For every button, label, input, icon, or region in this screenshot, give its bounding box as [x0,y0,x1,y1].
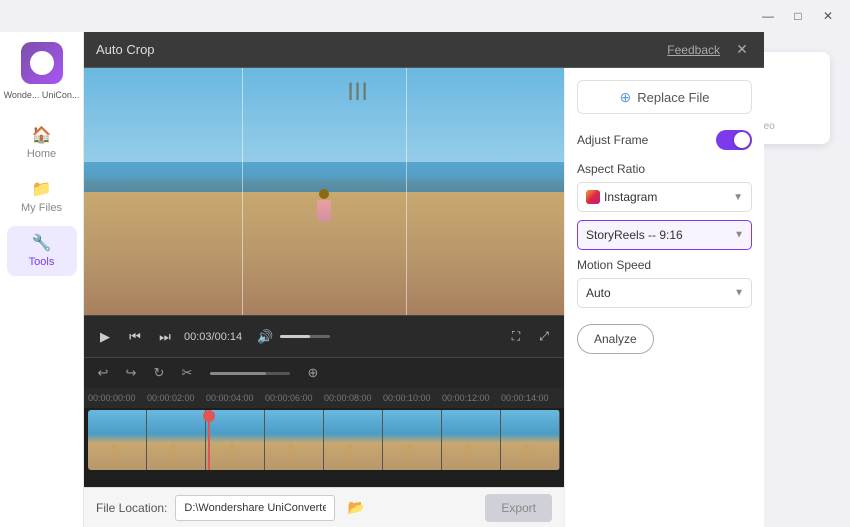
zoom-in-button[interactable]: ⊕ [302,362,324,384]
replace-file-icon: ⊕ [620,89,632,106]
track-thumbnails [88,410,560,470]
ruler-mark-2: 00:00:04:00 [206,393,265,403]
motion-speed-select[interactable]: Auto [577,278,752,308]
track-thumb-5 [383,410,442,470]
time-display: 00:03/00:14 [184,331,242,343]
video-preview: ||| [84,68,564,315]
track-thumb-2 [206,410,265,470]
instagram-icon [586,190,600,204]
redo-button[interactable]: ↪ [120,362,142,384]
undo-button[interactable]: ↩ [92,362,114,384]
home-icon: 🏠 [32,125,52,145]
adjust-frame-row: Adjust Frame [577,130,752,150]
video-area: ||| ▶ ⏮ ⏭ 00:03/00:14 🔊 [84,68,564,527]
sky-overlay-text: ||| [348,80,369,101]
file-location-input[interactable] [175,495,335,521]
fullscreen-button[interactable]: ⛶ [506,327,526,347]
sidebar: Wonde... UniCon... 🏠 Home 📁 My Files 🔧 T… [0,32,84,527]
track-thumb-1 [147,410,206,470]
volume-fill [280,335,310,338]
ruler-mark-3: 00:00:06:00 [265,393,324,403]
skip-forward-button[interactable]: ⏭ [154,326,176,348]
sidebar-item-home[interactable]: 🏠 Home [7,118,77,168]
replace-file-label: Replace File [637,90,709,105]
settings-panel: ⊕ Replace File Adjust Frame Aspect Ratio… [564,68,764,527]
ruler-mark-4: 00:00:08:00 [324,393,383,403]
analyze-button[interactable]: Analyze [577,324,654,354]
toggle-knob [734,132,750,148]
timeline-toolbar: ↩ ↪ ↻ ✂ ⊕ [84,358,564,388]
logo-inner [30,51,54,75]
track-thumb-3 [265,410,324,470]
timeline-track[interactable] [88,410,560,470]
minimize-button[interactable]: — [754,5,782,27]
story-reels-wrapper: StoryReels -- 9:16 ▼ [577,220,752,250]
aspect-ratio-label: Aspect Ratio [577,162,752,176]
aspect-ratio-arrow: ▼ [733,192,743,203]
refresh-button[interactable]: ↻ [148,362,170,384]
adjust-frame-label: Adjust Frame [577,133,648,147]
track-thumb-4 [324,410,383,470]
person-head [319,189,329,199]
expand-button[interactable]: ⤢ [534,327,554,347]
autocrop-dialog: Auto Crop Feedback ✕ [84,32,764,527]
playhead[interactable] [208,410,210,470]
title-bar: — □ ✕ [0,0,850,32]
file-location-bar: File Location: 📂 Export [84,487,564,527]
export-button[interactable]: Export [485,494,552,522]
zoom-fill [210,372,266,375]
my-files-label: My Files [21,202,62,214]
main-content: converter to other ur files to mmer ly t… [84,32,850,527]
replace-file-button[interactable]: ⊕ Replace File [577,80,752,114]
folder-browse-button[interactable]: 📂 [343,495,369,521]
timeline-ruler: 00:00:00:00 00:00:02:00 00:00:04:00 00:0… [84,388,564,408]
playhead-head [203,410,215,422]
close-window-button[interactable]: ✕ [814,5,842,27]
cut-button[interactable]: ✂ [176,362,198,384]
maximize-button[interactable]: □ [784,5,812,27]
dialog-title: Auto Crop [96,42,667,57]
adjust-frame-toggle[interactable] [716,130,752,150]
motion-speed-wrapper: Auto ▼ [577,278,752,308]
timeline-area: ↩ ↪ ↻ ✂ ⊕ 00:00:00:00 00:00:02:00 [84,357,564,487]
sidebar-item-my-files[interactable]: 📁 My Files [7,172,77,222]
person-figure [316,189,332,229]
file-location-label: File Location: [96,501,167,515]
track-thumb-7 [501,410,560,470]
volume-icon[interactable]: 🔊 [254,326,276,348]
person-body [317,200,331,222]
play-button[interactable]: ▶ [94,326,116,348]
crop-line-left [242,68,243,315]
sidebar-item-tools[interactable]: 🔧 Tools [7,226,77,276]
volume-area: 🔊 [254,326,330,348]
my-files-icon: 📁 [32,179,52,199]
app-logo [21,42,63,84]
story-reels-select[interactable]: StoryReels -- 9:16 [577,220,752,250]
ruler-mark-7: 00:00:14:00 [501,393,560,403]
track-thumb-0 [88,410,147,470]
aspect-ratio-value: Instagram [604,190,657,204]
ruler-marks: 00:00:00:00 00:00:02:00 00:00:04:00 00:0… [88,393,560,403]
ruler-mark-6: 00:00:12:00 [442,393,501,403]
ruler-mark-0: 00:00:00:00 [88,393,147,403]
tools-icon: 🔧 [32,233,52,253]
ruler-mark-1: 00:00:02:00 [147,393,206,403]
ruler-mark-5: 00:00:10:00 [383,393,442,403]
motion-speed-label: Motion Speed [577,258,752,272]
window-controls: — □ ✕ [754,5,842,27]
track-thumb-6 [442,410,501,470]
dialog-body: ||| ▶ ⏮ ⏭ 00:03/00:14 🔊 [84,68,764,527]
skip-back-button[interactable]: ⏮ [124,326,146,348]
crop-line-right [406,68,407,315]
feedback-link[interactable]: Feedback [667,43,720,57]
tools-label: Tools [29,256,55,268]
zoom-slider[interactable] [210,372,290,375]
app-name: Wonde... UniCon... [4,90,80,102]
video-controls: ▶ ⏮ ⏭ 00:03/00:14 🔊 ⛶ ⤢ [84,315,564,357]
dialog-close-button[interactable]: ✕ [732,40,752,60]
home-label: Home [27,148,56,160]
dialog-titlebar: Auto Crop Feedback ✕ [84,32,764,68]
aspect-ratio-dropdown[interactable]: Instagram ▼ [577,182,752,212]
volume-slider[interactable] [280,335,330,338]
